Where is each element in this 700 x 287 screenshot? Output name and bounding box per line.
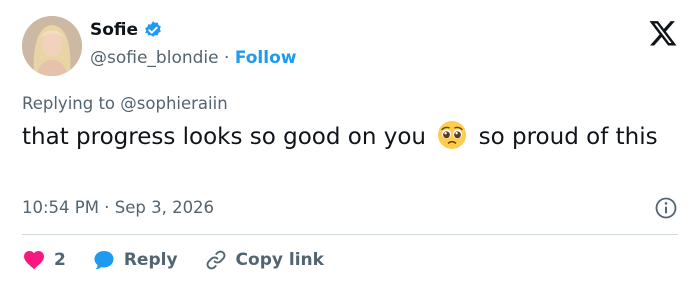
copy-link-label: Copy link <box>235 250 324 270</box>
tweet-text-part-1: that progress looks so good on you <box>22 124 427 150</box>
verified-badge-icon <box>143 20 163 40</box>
divider <box>22 234 678 235</box>
tweet-text: that progress looks so good on you so pr… <box>22 120 678 153</box>
handle-row: @sofie_blondie · Follow <box>90 48 296 68</box>
author-handle[interactable]: @sofie_blondie <box>90 48 219 68</box>
tweet-date[interactable]: Sep 3, 2026 <box>115 198 214 217</box>
handle-separator: · <box>224 48 230 68</box>
tweet-time[interactable]: 10:54 PM <box>22 198 99 217</box>
like-button[interactable]: 2 <box>22 248 66 272</box>
reply-button[interactable]: Reply <box>92 248 178 272</box>
action-bar: 2 Reply Copy link <box>22 248 350 272</box>
speech-bubble-icon <box>94 251 114 270</box>
timestamp-separator: · <box>104 198 110 217</box>
pleading-face-emoji-icon <box>437 120 467 150</box>
replying-prefix: Replying to <box>22 94 116 113</box>
replying-mention[interactable]: @sophieraiin <box>120 94 227 113</box>
heart-icon <box>24 251 44 270</box>
link-icon <box>206 250 225 270</box>
replying-to-line: Replying to @sophieraiin <box>22 94 228 113</box>
like-count: 2 <box>54 250 66 270</box>
tweet-text-part-2: so proud of this <box>478 124 658 150</box>
info-icon[interactable] <box>654 196 678 220</box>
follow-button[interactable]: Follow <box>235 48 297 68</box>
author-name[interactable]: Sofie <box>90 20 138 40</box>
x-logo-icon[interactable] <box>648 18 678 48</box>
reply-label: Reply <box>123 250 178 270</box>
avatar[interactable] <box>22 16 82 76</box>
copy-link-button[interactable]: Copy link <box>204 248 324 272</box>
timestamp[interactable]: 10:54 PM · Sep 3, 2026 <box>22 198 214 217</box>
author-name-row[interactable]: Sofie <box>90 20 163 40</box>
